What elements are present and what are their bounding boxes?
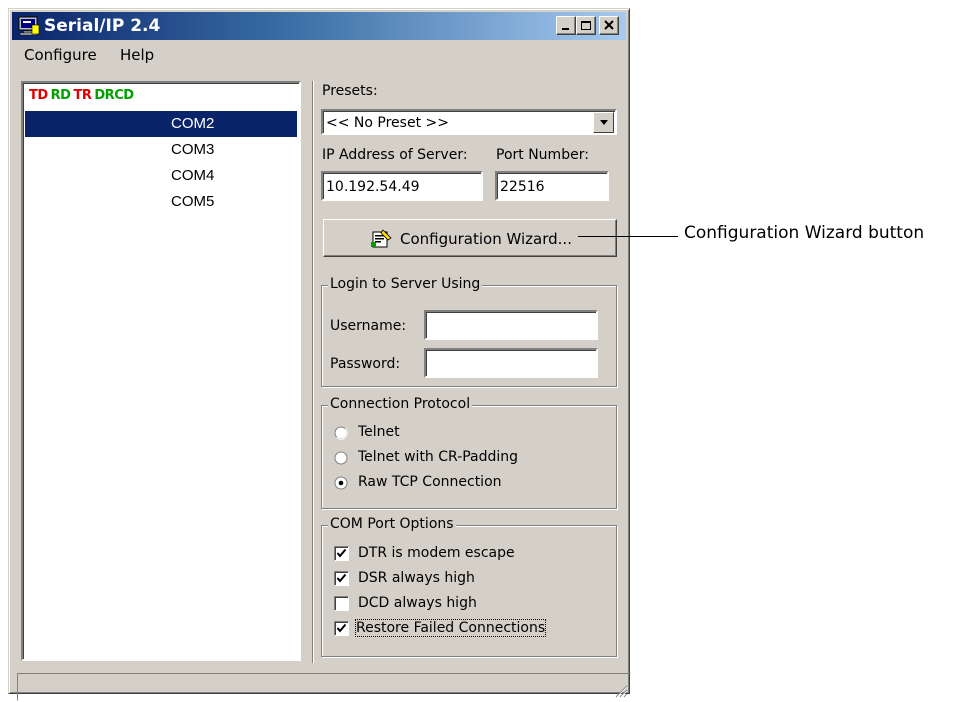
maximize-icon xyxy=(581,21,591,30)
checkbox-dsr-always-high[interactable] xyxy=(334,571,349,586)
password-label: Password: xyxy=(330,356,401,372)
checkbox-dcd-always-high[interactable] xyxy=(334,596,349,611)
list-item-com4[interactable]: COM4 xyxy=(25,163,297,189)
signal-cd: CD xyxy=(114,88,134,103)
presets-dropdown[interactable]: << No Preset >> xyxy=(321,109,617,135)
telnet-cr-padding-option-label: Telnet with CR-Padding xyxy=(358,449,519,465)
login-group-title: Login to Server Using xyxy=(328,276,483,292)
presets-dropdown-button[interactable] xyxy=(593,112,614,133)
status-bar xyxy=(17,673,631,701)
wizard-icon xyxy=(371,229,392,248)
port-label: COM5 xyxy=(171,193,215,210)
list-item-com5[interactable]: COM5 xyxy=(25,189,297,215)
com-port-list[interactable]: TD RD TR DRCD COM2 COM3 COM4 COM5 xyxy=(21,81,301,661)
chevron-down-icon xyxy=(600,120,608,125)
port-label: COM4 xyxy=(171,167,215,184)
minimize-button[interactable] xyxy=(556,16,576,35)
ip-address-field[interactable]: 10.192.54.49 xyxy=(321,171,483,201)
port-number-label: Port Number: xyxy=(496,147,589,163)
menu-bar: Configure Help xyxy=(12,42,626,68)
protocol-group-title: Connection Protocol xyxy=(328,396,473,412)
signal-td: TD xyxy=(29,88,48,103)
signal-dr: DR xyxy=(94,88,115,103)
signal-tr: TR xyxy=(73,88,92,103)
radio-raw-tcp[interactable] xyxy=(334,476,348,490)
ip-address-label: IP Address of Server: xyxy=(322,147,468,163)
callout-label: Configuration Wizard button xyxy=(684,223,925,243)
list-item-com3[interactable]: COM3 xyxy=(25,137,297,163)
port-label: COM2 xyxy=(171,115,215,132)
connection-protocol-group: Connection Protocol Telnet Telnet with C… xyxy=(321,396,617,509)
ip-address-value: 10.192.54.49 xyxy=(326,179,420,195)
telnet-option-label: Telnet xyxy=(358,424,400,440)
presets-value: << No Preset >> xyxy=(326,115,449,131)
port-number-value: 22516 xyxy=(500,179,545,195)
menu-configure[interactable]: Configure xyxy=(24,46,97,64)
signal-header: TD RD TR DRCD xyxy=(29,88,137,103)
signal-rd: RD xyxy=(50,88,71,103)
checkbox-restore-failed-connections[interactable] xyxy=(334,621,349,636)
minimize-icon xyxy=(562,28,569,30)
check-icon xyxy=(336,548,347,558)
checkbox-dtr-modem-escape[interactable] xyxy=(334,546,349,561)
login-group: Login to Server Using Username: Password… xyxy=(321,276,617,387)
resize-grip-icon[interactable] xyxy=(614,684,628,698)
radio-telnet[interactable] xyxy=(334,426,348,440)
com-options-group-title: COM Port Options xyxy=(328,516,456,532)
radio-telnet-cr-padding[interactable] xyxy=(334,451,348,465)
panel-divider xyxy=(312,81,314,663)
check-icon xyxy=(336,623,347,633)
port-number-field[interactable]: 22516 xyxy=(495,171,609,201)
restore-option-label: Restore Failed Connections xyxy=(354,619,547,637)
close-button[interactable] xyxy=(599,16,619,35)
username-field[interactable] xyxy=(424,310,598,340)
window-title: Serial/IP 2.4 xyxy=(44,16,161,36)
dsr-option-label: DSR always high xyxy=(358,570,475,586)
port-label: COM3 xyxy=(171,141,215,158)
configuration-wizard-button[interactable]: Configuration Wizard... xyxy=(323,219,617,257)
presets-label: Presets: xyxy=(322,83,378,99)
serial-ip-app-icon xyxy=(18,16,40,36)
menu-help[interactable]: Help xyxy=(120,46,154,64)
wizard-button-label: Configuration Wizard... xyxy=(400,230,572,248)
maximize-button[interactable] xyxy=(576,16,596,35)
close-icon xyxy=(604,20,614,30)
callout-line xyxy=(578,236,678,237)
list-item-com2[interactable]: COM2 xyxy=(25,111,297,137)
username-label: Username: xyxy=(330,318,407,334)
raw-tcp-option-label: Raw TCP Connection xyxy=(358,474,502,490)
dcd-option-label: DCD always high xyxy=(358,595,477,611)
title-bar[interactable]: Serial/IP 2.4 xyxy=(12,12,626,40)
serial-ip-window: Serial/IP 2.4 Configure Help TD RD TR DRCD … xyxy=(8,8,631,701)
com-port-options-group: COM Port Options DTR is modem escape DSR… xyxy=(321,516,617,657)
check-icon xyxy=(336,573,347,583)
password-field[interactable] xyxy=(424,348,598,378)
dtr-option-label: DTR is modem escape xyxy=(358,545,515,561)
